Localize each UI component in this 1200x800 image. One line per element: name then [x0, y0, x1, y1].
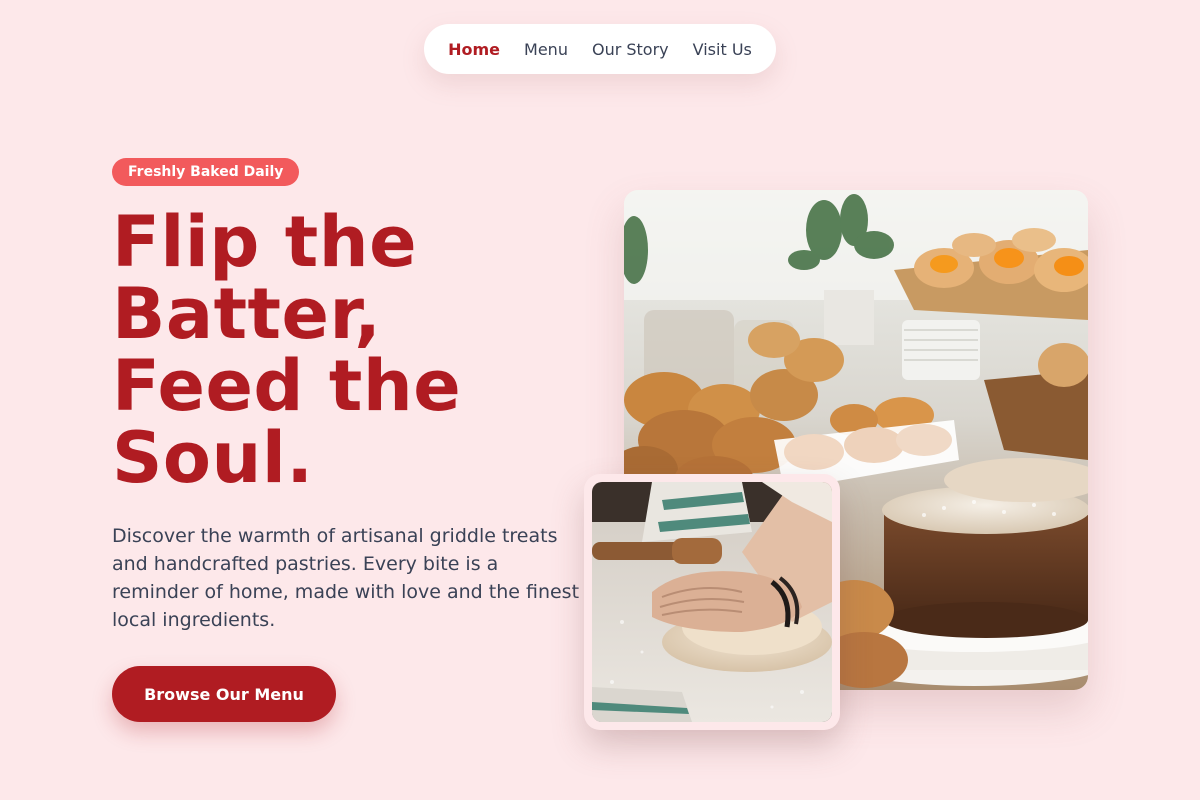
nav-item-visit-us[interactable]: Visit Us	[693, 40, 752, 59]
nav-item-our-story[interactable]: Our Story	[592, 40, 669, 59]
freshly-baked-badge: Freshly Baked Daily	[112, 158, 300, 186]
browse-menu-button[interactable]: Browse Our Menu	[112, 666, 336, 722]
nav-item-menu[interactable]: Menu	[524, 40, 568, 59]
hero-headline: Flip the Batter, Feed the Soul.	[112, 201, 462, 499]
nav-item-home[interactable]: Home	[448, 40, 500, 59]
kneading-dough-illustration	[592, 482, 832, 722]
kneading-dough-image	[592, 482, 832, 722]
top-nav: Home Menu Our Story Visit Us	[424, 24, 776, 74]
hero-description: Discover the warmth of artisanal griddle…	[112, 525, 580, 631]
kneading-image-frame	[584, 474, 840, 730]
